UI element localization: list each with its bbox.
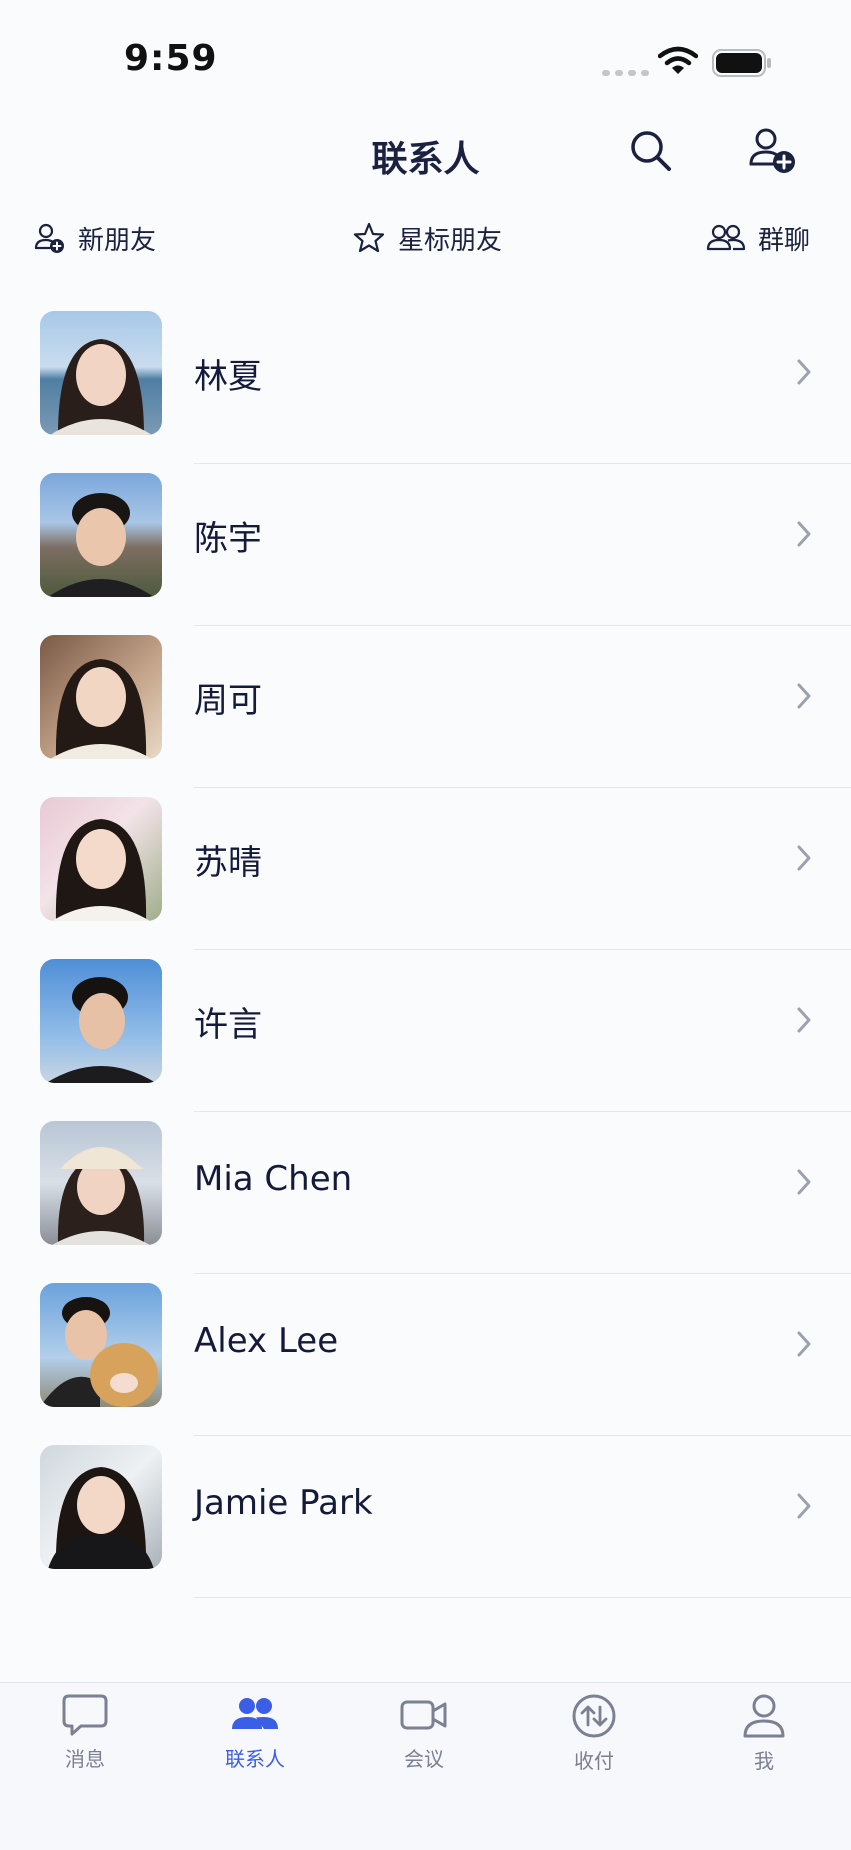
cellular-signal-icon	[602, 70, 649, 76]
group-icon	[706, 224, 746, 251]
status-bar: 9:59	[0, 0, 851, 110]
chevron-right-icon	[797, 359, 811, 385]
wifi-icon	[658, 46, 698, 74]
chevron-right-icon	[797, 1493, 811, 1519]
contact-name: Alex Lee	[194, 1321, 339, 1361]
profile-icon	[743, 1694, 785, 1738]
star-icon	[353, 222, 385, 253]
contact-name: 陈宇	[194, 519, 262, 559]
tab-payments[interactable]: 收付	[534, 1693, 654, 1793]
page-title: 联系人	[371, 139, 480, 180]
avatar	[40, 797, 162, 921]
contact-row[interactable]: 许言	[0, 950, 851, 1112]
transfer-icon	[572, 1694, 616, 1738]
chevron-right-icon	[797, 683, 811, 709]
contact-row[interactable]: 苏晴	[0, 788, 851, 950]
contact-row[interactable]: Alex Lee	[0, 1274, 851, 1436]
tab-bar: 消息 联系人 会议 收付 我	[0, 1682, 851, 1850]
chevron-right-icon	[797, 521, 811, 547]
tab-contacts[interactable]: 联系人	[195, 1693, 315, 1793]
contact-list: 林夏 陈宇 周可 苏晴 许言 Mia Chen Alex Lee Jamie P…	[0, 302, 851, 1598]
contact-name: 周可	[194, 681, 262, 721]
tab-payments-label: 收付	[574, 1749, 614, 1773]
chevron-right-icon	[797, 1007, 811, 1033]
contact-row[interactable]: Mia Chen	[0, 1112, 851, 1274]
contact-row[interactable]: 林夏	[0, 302, 851, 464]
avatar	[40, 311, 162, 435]
search-icon	[631, 131, 671, 171]
contact-row[interactable]: 陈宇	[0, 464, 851, 626]
add-friend-icon	[34, 223, 64, 253]
shortcut-row: 新朋友 星标朋友 群聊	[0, 210, 851, 266]
new-friends-button[interactable]: 新朋友	[34, 210, 156, 266]
starred-friends-button[interactable]: 星标朋友	[352, 210, 502, 266]
add-user-icon	[749, 128, 795, 173]
chat-bubble-icon	[62, 1694, 108, 1736]
status-time: 9:59	[124, 38, 218, 79]
tab-me[interactable]: 我	[704, 1693, 824, 1793]
contact-row[interactable]: Jamie Park	[0, 1436, 851, 1598]
new-friends-label: 新朋友	[78, 225, 157, 256]
video-camera-icon	[400, 1700, 447, 1730]
avatar	[40, 1445, 162, 1569]
avatar	[40, 473, 162, 597]
avatar	[40, 959, 162, 1083]
contact-row[interactable]: 周可	[0, 626, 851, 788]
contact-name: Mia Chen	[194, 1159, 353, 1199]
chevron-right-icon	[797, 845, 811, 871]
avatar	[40, 1121, 162, 1245]
contact-name: Jamie Park	[194, 1483, 373, 1523]
add-contact-button[interactable]	[748, 126, 798, 176]
avatar	[40, 635, 162, 759]
contact-name: 许言	[194, 1005, 262, 1045]
tab-meetings[interactable]: 会议	[364, 1693, 484, 1793]
avatar	[40, 1283, 162, 1407]
contact-name: 林夏	[194, 357, 262, 397]
tab-contacts-label: 联系人	[225, 1747, 285, 1771]
tab-messages-label: 消息	[65, 1747, 105, 1771]
nav-header: 联系人	[0, 110, 851, 190]
tab-meetings-label: 会议	[404, 1747, 444, 1771]
battery-icon	[712, 49, 771, 77]
chevron-right-icon	[797, 1331, 811, 1357]
tab-messages[interactable]: 消息	[25, 1693, 145, 1793]
contacts-icon	[232, 1698, 278, 1729]
search-button[interactable]	[628, 128, 674, 174]
row-divider	[194, 1597, 851, 1598]
starred-friends-label: 星标朋友	[398, 225, 503, 256]
tab-me-label: 我	[754, 1749, 774, 1773]
chevron-right-icon	[797, 1169, 811, 1195]
group-chats-button[interactable]: 群聊	[706, 210, 810, 266]
group-chats-label: 群聊	[758, 225, 811, 256]
contact-name: 苏晴	[194, 843, 262, 883]
